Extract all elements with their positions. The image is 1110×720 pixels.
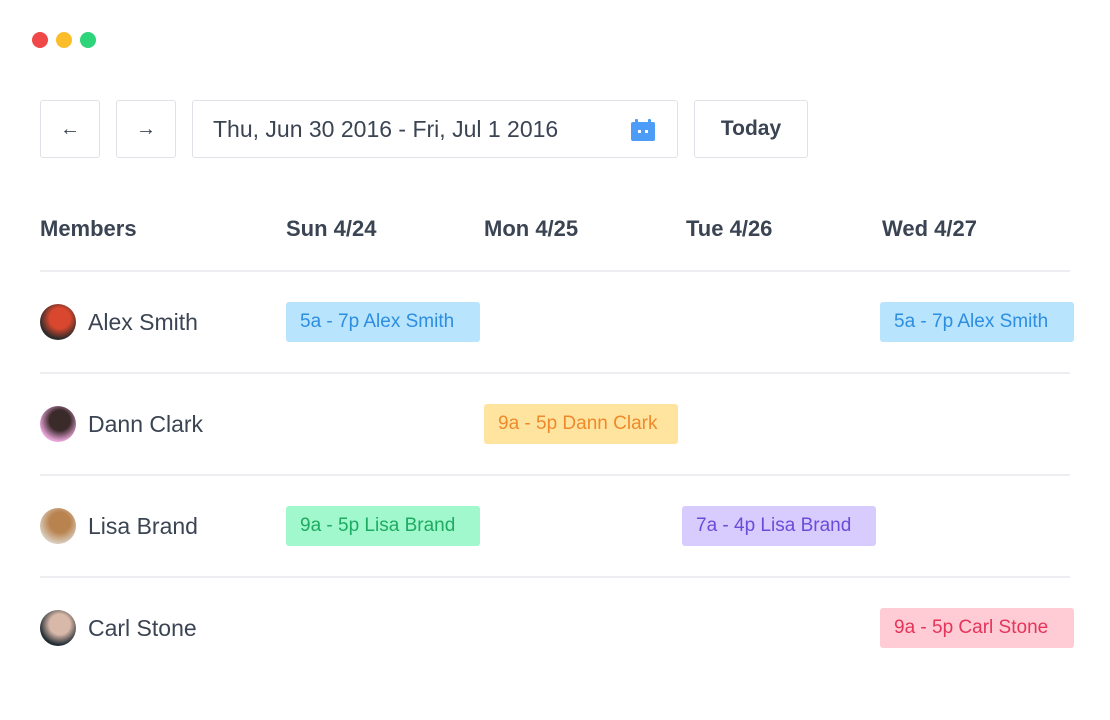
next-button[interactable]: → (116, 100, 176, 158)
day-column-header[interactable]: Mon 4/25 (484, 216, 578, 242)
arrow-left-icon: ← (60, 117, 80, 140)
shift-block[interactable]: 5a - 7p Alex Smith (880, 302, 1074, 342)
divider (40, 270, 1070, 272)
avatar (40, 508, 76, 544)
today-button[interactable]: Today (694, 100, 808, 158)
avatar (40, 610, 76, 646)
day-column-header[interactable]: Wed 4/27 (882, 216, 977, 242)
member-name: Carl Stone (88, 614, 197, 641)
divider (40, 372, 1070, 374)
today-label: Today (720, 117, 782, 140)
member-name: Dann Clark (88, 410, 204, 437)
window-controls (32, 32, 96, 48)
shift-block[interactable]: 5a - 7p Alex Smith (286, 302, 480, 342)
avatar (40, 406, 76, 442)
member-name: Alex Smith (88, 308, 198, 335)
shift-block[interactable]: 9a - 5p Carl Stone (880, 608, 1074, 648)
day-column-header[interactable]: Sun 4/24 (286, 216, 376, 242)
close-window-button[interactable] (32, 32, 48, 48)
maximize-window-button[interactable] (80, 32, 96, 48)
member-row[interactable]: Carl Stone (40, 610, 197, 646)
shift-block[interactable]: 9a - 5p Lisa Brand (286, 506, 480, 546)
divider (40, 576, 1070, 578)
avatar (40, 304, 76, 340)
divider (40, 474, 1070, 476)
day-column-header[interactable]: Tue 4/26 (686, 216, 772, 242)
shift-block[interactable]: 7a - 4p Lisa Brand (682, 506, 876, 546)
shift-block[interactable]: 9a - 5p Dann Clark (484, 404, 678, 444)
member-name: Lisa Brand (88, 512, 198, 539)
member-row[interactable]: Dann Clark (40, 406, 203, 442)
members-column-header: Members (40, 216, 137, 241)
calendar-icon[interactable] (631, 119, 655, 141)
minimize-window-button[interactable] (56, 32, 72, 48)
date-range-text: Thu, Jun 30 2016 - Fri, Jul 1 2016 (213, 115, 559, 142)
previous-button[interactable]: ← (40, 100, 100, 158)
member-row[interactable]: Lisa Brand (40, 508, 198, 544)
member-row[interactable]: Alex Smith (40, 304, 198, 340)
date-range-picker[interactable]: Thu, Jun 30 2016 - Fri, Jul 1 2016 (192, 100, 678, 158)
arrow-right-icon: → (136, 117, 156, 140)
